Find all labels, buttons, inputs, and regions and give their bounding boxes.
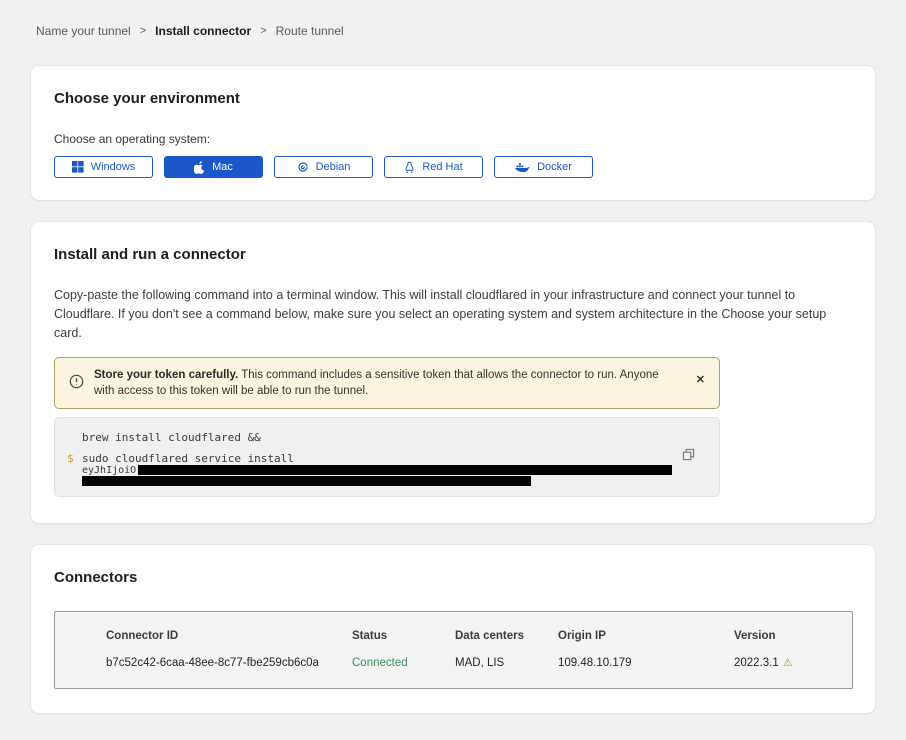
col-header-origin-ip: Origin IP: [558, 629, 734, 643]
version-number: 2022.3.1: [734, 657, 779, 669]
windows-icon: [72, 161, 84, 173]
debian-icon: [297, 161, 309, 173]
alert-circle-icon: [69, 374, 84, 394]
os-button-mac[interactable]: Mac: [164, 156, 263, 178]
install-card-title: Install and run a connector: [54, 246, 852, 264]
col-header-version: Version: [734, 629, 852, 643]
os-button-label: Windows: [91, 161, 136, 173]
os-select-label: Choose an operating system:: [54, 132, 852, 146]
connector-id-value: b7c52c42-6caa-48ee-8c77-fbe259cb6c0a: [106, 656, 352, 670]
connectors-card: Connectors Connector ID Status Data cent…: [31, 545, 875, 713]
breadcrumb-install-connector[interactable]: Install connector: [155, 24, 251, 38]
shell-prompt: $: [67, 452, 74, 465]
warning-text: Store your token carefully. This command…: [94, 367, 660, 399]
os-button-label: Mac: [212, 161, 233, 173]
token-prefix: eyJhIjoiO: [82, 465, 136, 476]
code-line-brew: brew install cloudflared &&: [82, 431, 679, 444]
col-header-status: Status: [352, 629, 455, 643]
breadcrumb-separator: >: [140, 24, 146, 38]
close-icon[interactable]: ✕: [696, 375, 705, 385]
breadcrumb-separator: >: [260, 24, 266, 38]
breadcrumb: Name your tunnel > Install connector > R…: [0, 0, 906, 38]
code-line-token-2: [82, 476, 679, 487]
col-header-connector-id: Connector ID: [106, 629, 352, 643]
docker-icon: [515, 162, 530, 173]
status-badge: Connected: [352, 656, 455, 670]
os-button-redhat[interactable]: Red Hat: [384, 156, 483, 178]
os-button-label: Docker: [537, 161, 572, 173]
os-button-debian[interactable]: Debian: [274, 156, 373, 178]
os-button-label: Debian: [316, 161, 351, 173]
breadcrumb-route-tunnel[interactable]: Route tunnel: [276, 24, 344, 38]
version-value: 2022.3.1 ⚠: [734, 656, 852, 670]
connectors-table: Connector ID Status Data centers Origin …: [54, 611, 853, 689]
install-connector-card: Install and run a connector Copy-paste t…: [31, 222, 875, 523]
copy-icon[interactable]: [682, 448, 695, 464]
tunnel-setup-page: Name your tunnel > Install connector > R…: [0, 0, 906, 740]
token-warning-banner: Store your token carefully. This command…: [54, 357, 720, 409]
os-button-windows[interactable]: Windows: [54, 156, 153, 178]
apple-icon: [194, 161, 205, 174]
install-description: Copy-paste the following command into a …: [54, 286, 852, 343]
os-button-group: Windows Mac Debian Red Hat: [54, 156, 852, 178]
data-centers-value: MAD, LIS: [455, 656, 558, 670]
origin-ip-value: 109.48.10.179: [558, 656, 734, 670]
redaction-bar: [82, 476, 531, 486]
install-command-codeblock[interactable]: $ brew install cloudflared && sudo cloud…: [54, 417, 720, 497]
code-line-token: eyJhIjoiO: [82, 465, 679, 476]
code-line-sudo: sudo cloudflared service install: [82, 452, 679, 465]
redaction-bar: [138, 465, 672, 475]
environment-card-title: Choose your environment: [54, 90, 852, 108]
connectors-card-title: Connectors: [54, 569, 852, 587]
redhat-icon: [404, 161, 415, 174]
version-warning-icon: ⚠: [783, 657, 793, 669]
choose-environment-card: Choose your environment Choose an operat…: [31, 66, 875, 200]
os-button-docker[interactable]: Docker: [494, 156, 593, 178]
os-button-label: Red Hat: [422, 161, 462, 173]
warning-title: Store your token carefully.: [94, 369, 238, 381]
col-header-data-centers: Data centers: [455, 629, 558, 643]
breadcrumb-name-your-tunnel[interactable]: Name your tunnel: [36, 24, 131, 38]
